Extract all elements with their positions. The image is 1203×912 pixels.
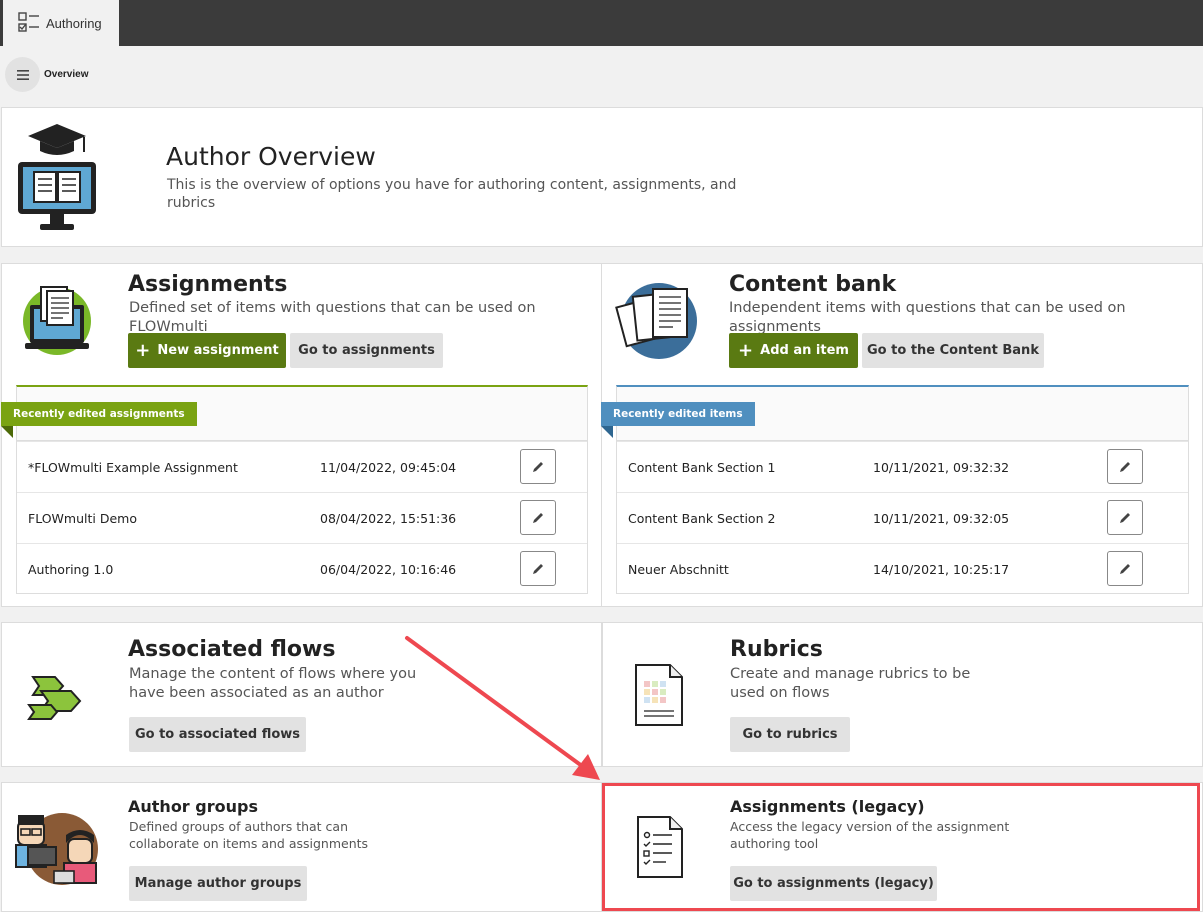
assignment-date: 08/04/2022, 15:51:36 xyxy=(320,510,457,526)
assignment-date: 11/04/2022, 09:45:04 xyxy=(320,459,457,475)
go-to-assignments-button[interactable]: Go to assignments xyxy=(290,333,443,368)
item-name: Content Bank Section 1 xyxy=(628,459,776,475)
assignments-card: Assignments Defined set of items with qu… xyxy=(1,263,602,607)
breadcrumb[interactable]: Overview xyxy=(44,69,88,80)
assignments-legacy-description: Access the legacy version of the assignm… xyxy=(730,819,1010,851)
hamburger-icon xyxy=(16,69,29,80)
new-assignment-label: New assignment xyxy=(157,343,279,358)
assignment-name: *FLOWmulti Example Assignment xyxy=(28,459,238,475)
rubrics-title: Rubrics xyxy=(730,637,823,662)
go-to-content-bank-button[interactable]: Go to the Content Bank xyxy=(862,333,1044,368)
associated-flows-card: Associated flows Manage the content of f… xyxy=(1,622,602,767)
go-to-rubrics-button[interactable]: Go to rubrics xyxy=(730,717,850,752)
associated-flows-title: Associated flows xyxy=(128,637,336,662)
go-to-associated-flows-button[interactable]: Go to associated flows xyxy=(129,717,306,752)
app-tab-label: Authoring xyxy=(46,15,102,31)
manage-author-groups-button[interactable]: Manage author groups xyxy=(129,866,307,901)
edit-assignment-button[interactable] xyxy=(520,500,556,535)
assignment-name: Authoring 1.0 xyxy=(28,561,114,577)
item-date: 10/11/2021, 09:32:32 xyxy=(873,459,1010,475)
recent-items-header: Recently edited items xyxy=(601,387,1188,441)
new-assignment-button[interactable]: + New assignment xyxy=(128,333,286,368)
pencil-icon xyxy=(1120,461,1130,472)
table-row[interactable]: Content Bank Section 1 10/11/2021, 09:32… xyxy=(617,441,1188,492)
content-bank-card: Content bank Independent items with ques… xyxy=(601,263,1203,607)
item-date: 14/10/2021, 10:25:17 xyxy=(873,561,1010,577)
plus-icon: + xyxy=(738,339,754,361)
pencil-icon xyxy=(1120,563,1130,574)
table-row[interactable]: Content Bank Section 2 10/11/2021, 09:32… xyxy=(617,492,1188,543)
page-title: Author Overview xyxy=(166,142,376,171)
assignment-date: 06/04/2022, 10:16:46 xyxy=(320,561,457,577)
pencil-icon xyxy=(533,461,543,472)
add-item-button[interactable]: + Add an item xyxy=(729,333,858,368)
rubrics-description: Create and manage rubrics to be used on … xyxy=(730,666,971,701)
content-bank-title: Content bank xyxy=(729,272,897,297)
app-tab-authoring[interactable]: Authoring xyxy=(3,0,119,46)
table-row[interactable]: Neuer Abschnitt 14/10/2021, 10:25:17 xyxy=(617,543,1188,594)
edit-assignment-button[interactable] xyxy=(520,551,556,586)
item-name: Neuer Abschnitt xyxy=(628,561,729,577)
author-groups-title: Author groups xyxy=(128,797,258,816)
assignment-laptop-icon xyxy=(23,286,91,355)
content-bank-description: Independent items with questions that ca… xyxy=(729,300,1126,335)
checklist-document-icon xyxy=(637,816,683,878)
edit-item-button[interactable] xyxy=(1107,500,1143,535)
recent-items-ribbon: Recently edited items xyxy=(601,402,755,438)
plus-icon: + xyxy=(135,339,151,361)
hamburger-menu-button[interactable] xyxy=(5,57,40,92)
edit-item-button[interactable] xyxy=(1107,551,1143,586)
assignment-name: FLOWmulti Demo xyxy=(28,510,137,526)
checklist-icon xyxy=(18,12,39,32)
assignments-legacy-card: Assignments (legacy) Access the legacy v… xyxy=(602,782,1203,912)
edit-item-button[interactable] xyxy=(1107,449,1143,484)
assignments-description: Defined set of items with questions that… xyxy=(129,300,536,335)
go-to-assignments-legacy-button[interactable]: Go to assignments (legacy) xyxy=(730,866,937,901)
item-name: Content Bank Section 2 xyxy=(628,510,776,526)
add-item-label: Add an item xyxy=(760,343,849,358)
table-row[interactable]: FLOWmulti Demo 08/04/2022, 15:51:36 xyxy=(17,492,587,543)
pencil-icon xyxy=(533,563,543,574)
pencil-icon xyxy=(1120,512,1130,523)
page-description: This is the overview of options you have… xyxy=(167,177,737,211)
associated-flows-description: Manage the content of flows where you ha… xyxy=(129,666,417,701)
author-overview-card: Author Overview This is the overview of … xyxy=(1,107,1203,247)
author-group-people-icon xyxy=(15,813,98,885)
graduation-monitor-icon xyxy=(18,124,96,230)
item-date: 10/11/2021, 09:32:05 xyxy=(873,510,1010,526)
recent-assignments-header: Recently edited assignments xyxy=(1,387,587,441)
assignments-title: Assignments xyxy=(128,272,288,297)
rubrics-card: Rubrics Create and manage rubrics to be … xyxy=(602,622,1203,767)
recent-items-table: Recently edited items Content Bank Secti… xyxy=(601,385,1189,594)
table-row[interactable]: Authoring 1.0 06/04/2022, 10:16:46 xyxy=(17,543,587,594)
edit-assignment-button[interactable] xyxy=(520,449,556,484)
recent-assignments-ribbon: Recently edited assignments xyxy=(1,402,197,438)
assignments-legacy-title: Assignments (legacy) xyxy=(730,797,925,816)
rubric-document-icon xyxy=(635,664,683,726)
author-groups-description: Defined groups of authors that can colla… xyxy=(129,819,369,851)
pencil-icon xyxy=(533,512,543,523)
table-row[interactable]: *FLOWmulti Example Assignment 11/04/2022… xyxy=(17,441,587,492)
author-groups-card: Author groups Defined groups of authors … xyxy=(1,782,602,912)
documents-stack-icon xyxy=(615,283,697,359)
top-bar: Authoring xyxy=(0,0,1203,46)
flow-arrows-icon xyxy=(27,676,82,720)
recent-assignments-table: Recently edited assignments *FLOWmulti E… xyxy=(1,385,588,594)
